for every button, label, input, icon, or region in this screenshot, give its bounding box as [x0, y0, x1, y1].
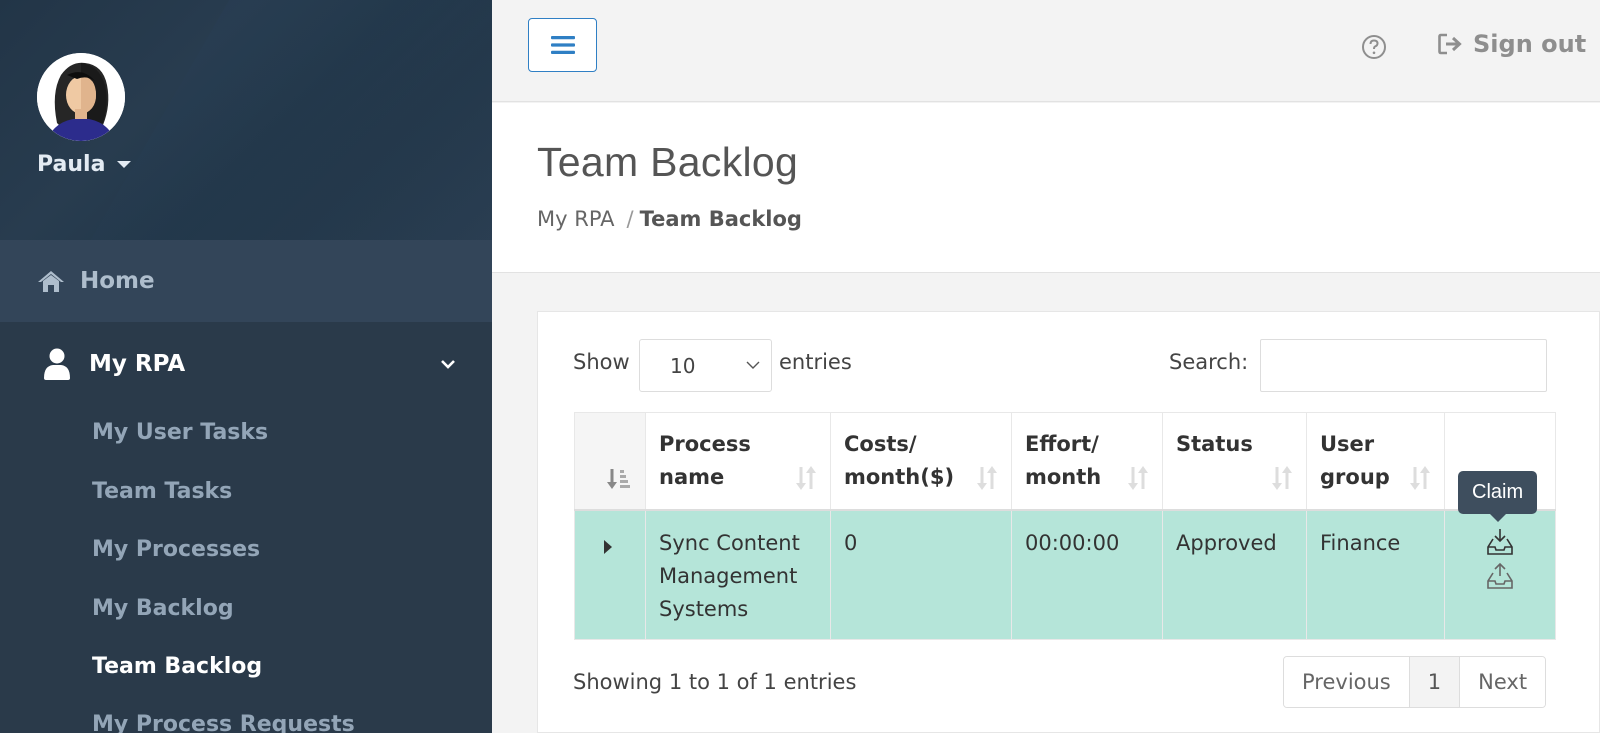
column-header-effort[interactable]: Effort/ month	[1011, 412, 1163, 511]
sort-both-icon	[1272, 465, 1292, 490]
page-length-select[interactable]: 10	[639, 339, 772, 392]
column-header-user-group[interactable]: User group	[1306, 412, 1445, 511]
column-header-label: Process name	[659, 432, 751, 489]
show-label: Show	[573, 350, 630, 374]
user-icon	[44, 348, 70, 380]
page-title: Team Backlog	[537, 139, 799, 185]
top-bar: Sign out	[492, 0, 1600, 102]
backlog-table: Process name Costs/ month($) Effort/ mon…	[574, 412, 1556, 640]
sign-out-label: Sign out	[1473, 30, 1587, 58]
sidebar-item-team-tasks[interactable]: Team Tasks	[92, 479, 232, 504]
chevron-down-icon	[746, 361, 760, 369]
home-icon	[38, 271, 64, 292]
claim-button[interactable]	[1485, 527, 1515, 557]
page-length-value: 10	[670, 353, 696, 378]
breadcrumb-current: Team Backlog	[639, 207, 802, 231]
sort-both-icon	[1410, 465, 1430, 490]
pagination-page-1[interactable]: 1	[1409, 657, 1461, 707]
cell-user-group: Finance	[1306, 509, 1445, 640]
hamburger-icon	[550, 36, 575, 54]
release-button[interactable]	[1485, 561, 1515, 591]
column-header-label: Status	[1176, 432, 1253, 456]
question-circle-icon[interactable]	[1361, 34, 1387, 60]
sidebar-group-label: My RPA	[89, 351, 186, 377]
sort-both-icon	[1128, 465, 1148, 490]
sort-both-icon	[977, 465, 997, 490]
pagination-next[interactable]: Next	[1460, 657, 1546, 707]
sidebar-item-my-process-requests[interactable]: My Process Requests	[92, 712, 355, 733]
pagination-previous[interactable]: Previous	[1284, 657, 1410, 707]
breadcrumb: My RPA / Team Backlog	[537, 207, 802, 231]
column-header-costs[interactable]: Costs/ month($)	[830, 412, 1012, 511]
column-header-label: User group	[1320, 432, 1390, 489]
sidebar-profile: Paula	[0, 0, 492, 240]
row-expand-toggle[interactable]	[574, 509, 646, 640]
breadcrumb-separator: /	[626, 207, 634, 231]
page-header: Team Backlog My RPA / Team Backlog	[492, 103, 1600, 273]
table-row[interactable]: Sync Content Management Systems 0 00:00:…	[574, 470, 1556, 640]
sidebar: Paula Home My RPA My User Tasks Team Tas…	[0, 0, 492, 733]
user-menu[interactable]: Paula	[37, 152, 132, 177]
sort-amount-down-icon	[607, 468, 630, 489]
column-header-process-name[interactable]: Process name	[645, 412, 831, 511]
inbox-download-icon	[1487, 528, 1513, 555]
breadcrumb-parent[interactable]: My RPA	[537, 207, 615, 231]
table-info: Showing 1 to 1 of 1 entries	[573, 670, 857, 694]
sidebar-group-my-rpa[interactable]: My RPA	[0, 322, 492, 406]
cell-actions: Claim	[1444, 470, 1556, 640]
sidebar-item-my-processes[interactable]: My Processes	[92, 537, 260, 562]
sidebar-item-home[interactable]: Home	[0, 240, 492, 322]
user-name: Paula	[37, 152, 106, 177]
search-label: Search:	[1169, 350, 1249, 374]
cell-process-name: Sync Content Management Systems	[645, 509, 831, 640]
column-header-control[interactable]	[574, 412, 646, 511]
cell-costs: 0	[830, 509, 1012, 640]
sidebar-item-label: Home	[80, 268, 155, 294]
caret-right-icon	[604, 539, 612, 554]
pagination: Previous 1 Next	[1283, 656, 1547, 708]
column-header-label: Effort/ month	[1025, 432, 1102, 489]
avatar-image	[37, 53, 125, 141]
table-header-row: Process name Costs/ month($) Effort/ mon…	[574, 412, 1556, 511]
avatar[interactable]	[37, 53, 125, 141]
column-header-label: Costs/ month($)	[844, 432, 955, 489]
claim-tooltip: Claim	[1458, 470, 1538, 522]
search-input[interactable]	[1260, 339, 1547, 392]
backlog-card: Show 10 entries Search: Process name Cos…	[537, 311, 1600, 733]
column-header-status[interactable]: Status	[1162, 412, 1307, 511]
sidebar-item-my-user-tasks[interactable]: My User Tasks	[92, 420, 268, 445]
sign-out-button[interactable]: Sign out	[1438, 30, 1586, 58]
cell-effort: 00:00:00	[1011, 509, 1163, 640]
cell-status: Approved	[1162, 509, 1307, 640]
sidebar-item-my-backlog[interactable]: My Backlog	[92, 596, 234, 621]
inbox-upload-icon	[1487, 562, 1513, 589]
sidebar-item-team-backlog[interactable]: Team Backlog	[92, 654, 262, 679]
entries-label: entries	[779, 350, 852, 374]
sign-out-icon	[1438, 33, 1462, 55]
menu-toggle-button[interactable]	[528, 18, 597, 72]
sort-both-icon	[796, 465, 816, 490]
chevron-down-icon	[441, 360, 455, 369]
caret-down-icon	[117, 161, 132, 168]
